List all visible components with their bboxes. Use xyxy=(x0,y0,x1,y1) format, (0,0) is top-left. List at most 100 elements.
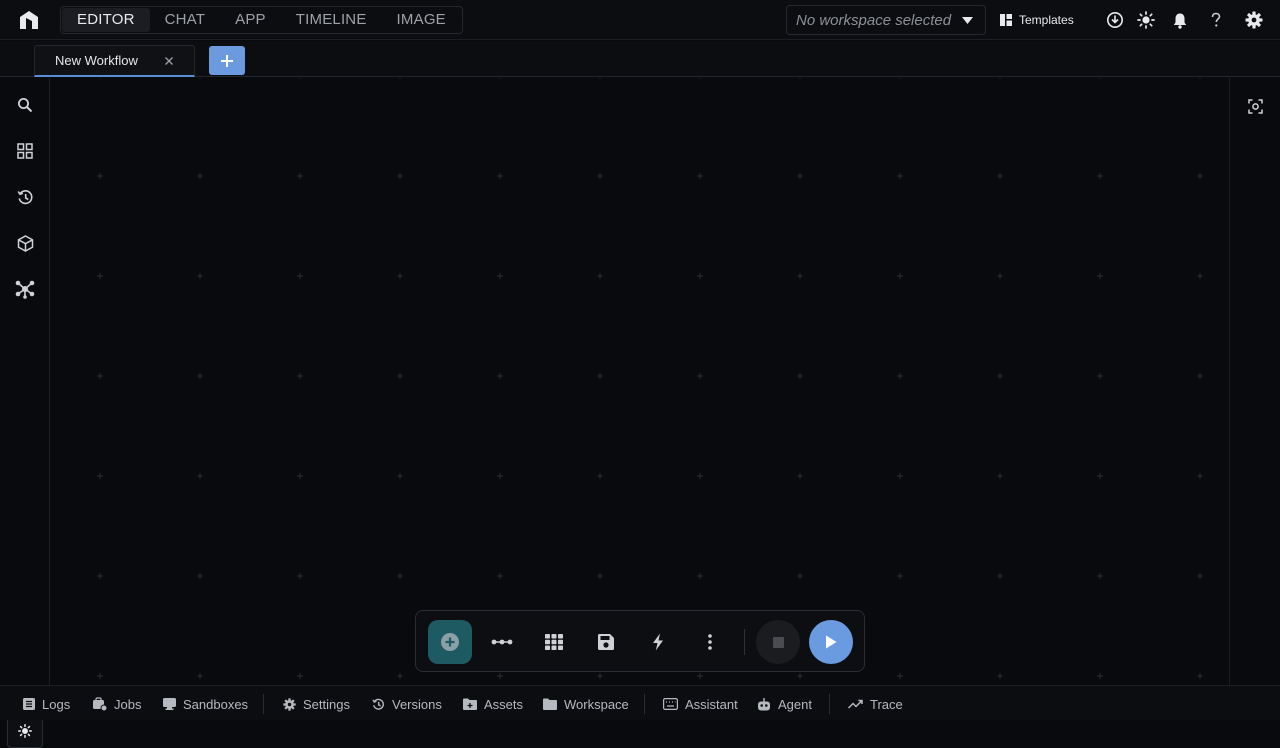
grid-marker xyxy=(897,173,903,179)
fit-view-icon[interactable] xyxy=(1248,99,1263,114)
workflow-tab[interactable]: New Workflow xyxy=(34,45,195,77)
grid-marker xyxy=(97,373,103,379)
search-icon[interactable] xyxy=(15,95,35,115)
grid-marker xyxy=(97,173,103,179)
theme-sun-icon[interactable] xyxy=(1136,10,1156,30)
top-bar: EDITOR CHAT APP TIMELINE IMAGE No worksp… xyxy=(0,0,1280,40)
grid-marker xyxy=(597,673,603,679)
download-icon[interactable] xyxy=(1105,10,1125,30)
close-icon[interactable] xyxy=(164,56,174,66)
grid-marker xyxy=(1197,373,1203,379)
grid-marker xyxy=(897,273,903,279)
grid-marker xyxy=(797,373,803,379)
agent-button[interactable]: Agent xyxy=(757,696,812,712)
workspace-button[interactable]: Workspace xyxy=(543,696,629,712)
grid-marker xyxy=(299,78,301,79)
nodes-icon[interactable] xyxy=(15,279,35,299)
grid-marker xyxy=(997,173,1003,179)
versions-button[interactable]: Versions xyxy=(372,696,442,712)
connect-button[interactable] xyxy=(480,620,524,664)
workflow-canvas[interactable] xyxy=(51,78,1229,685)
trace-button[interactable]: Trace xyxy=(848,696,903,712)
canvas-grid xyxy=(97,78,1203,679)
settings-label: Settings xyxy=(303,696,350,712)
grid-marker xyxy=(297,273,303,279)
grid-icon[interactable] xyxy=(15,141,35,161)
grid-marker xyxy=(1097,373,1103,379)
grid-marker xyxy=(697,573,703,579)
settings-button[interactable]: Settings xyxy=(283,696,350,712)
grid-marker xyxy=(1099,78,1101,79)
trigger-button[interactable] xyxy=(636,620,680,664)
add-node-icon xyxy=(441,633,459,651)
save-icon xyxy=(598,634,614,650)
logs-button[interactable]: Logs xyxy=(23,696,70,712)
grid-marker xyxy=(1197,173,1203,179)
grid-marker xyxy=(297,573,303,579)
logs-label: Logs xyxy=(42,696,71,712)
agent-label: Agent xyxy=(778,696,812,712)
connect-icon xyxy=(491,639,513,645)
grid-marker xyxy=(199,78,201,79)
grid-marker xyxy=(397,473,403,479)
grid-marker xyxy=(497,373,503,379)
grid-marker xyxy=(597,173,603,179)
grid-marker xyxy=(897,573,903,579)
mode-tab-image[interactable]: IMAGE xyxy=(382,8,461,32)
assistant-button[interactable]: Assistant xyxy=(663,696,738,712)
mode-tab-chat[interactable]: CHAT xyxy=(150,8,221,32)
history-icon xyxy=(372,698,384,710)
grid-marker xyxy=(497,673,503,679)
grid-marker xyxy=(999,78,1001,79)
gear-icon[interactable] xyxy=(1244,10,1264,30)
sun-icon xyxy=(18,724,32,738)
grid-marker xyxy=(997,373,1003,379)
trend-icon xyxy=(848,699,863,709)
grid-marker xyxy=(797,273,803,279)
grid-marker xyxy=(597,573,603,579)
grid-marker xyxy=(997,673,1003,679)
grid-marker xyxy=(1097,173,1103,179)
mode-tab-timeline[interactable]: TIMELINE xyxy=(281,8,382,32)
canvas-toolbar xyxy=(415,610,865,672)
app-logo-icon[interactable] xyxy=(18,9,40,31)
history-icon[interactable] xyxy=(15,187,35,207)
jobs-button[interactable]: Jobs xyxy=(93,696,141,712)
bell-icon[interactable] xyxy=(1170,10,1190,30)
grid-marker xyxy=(397,373,403,379)
assets-button[interactable]: Assets xyxy=(463,696,523,712)
grid-marker xyxy=(197,473,203,479)
grid-marker xyxy=(97,573,103,579)
trace-label: Trace xyxy=(870,696,903,712)
add-tab-button[interactable] xyxy=(209,46,245,75)
more-button[interactable] xyxy=(688,620,732,664)
sandboxes-button[interactable]: Sandboxes xyxy=(163,696,248,712)
folder-plus-icon xyxy=(463,698,477,710)
save-button[interactable] xyxy=(584,620,628,664)
stop-button[interactable] xyxy=(756,620,800,664)
templates-button[interactable]: Templates xyxy=(1000,8,1074,32)
grid-marker xyxy=(597,273,603,279)
grid-marker xyxy=(897,673,903,679)
bottom-divider xyxy=(829,694,830,714)
toolbar-divider xyxy=(744,629,745,655)
layout-grid-button[interactable] xyxy=(532,620,576,664)
workspace-select[interactable]: No workspace selected xyxy=(786,5,986,35)
workspace-label: Workspace xyxy=(564,696,629,712)
grid-marker xyxy=(1199,78,1201,79)
grid-marker xyxy=(297,673,303,679)
grid-marker xyxy=(797,573,803,579)
mode-switcher: EDITOR CHAT APP TIMELINE IMAGE xyxy=(60,6,463,34)
grid-marker xyxy=(1197,473,1203,479)
mode-tab-app[interactable]: APP xyxy=(220,8,281,32)
package-icon[interactable] xyxy=(15,233,35,253)
run-button[interactable] xyxy=(809,620,853,664)
help-icon[interactable] xyxy=(1206,10,1226,30)
add-node-button[interactable] xyxy=(428,620,472,664)
mode-tab-editor[interactable]: EDITOR xyxy=(62,8,150,32)
grid-marker xyxy=(297,373,303,379)
jobs-label: Jobs xyxy=(114,696,142,712)
grid-marker xyxy=(697,473,703,479)
workflow-tab-label: New Workflow xyxy=(55,53,138,68)
grid-marker xyxy=(197,573,203,579)
